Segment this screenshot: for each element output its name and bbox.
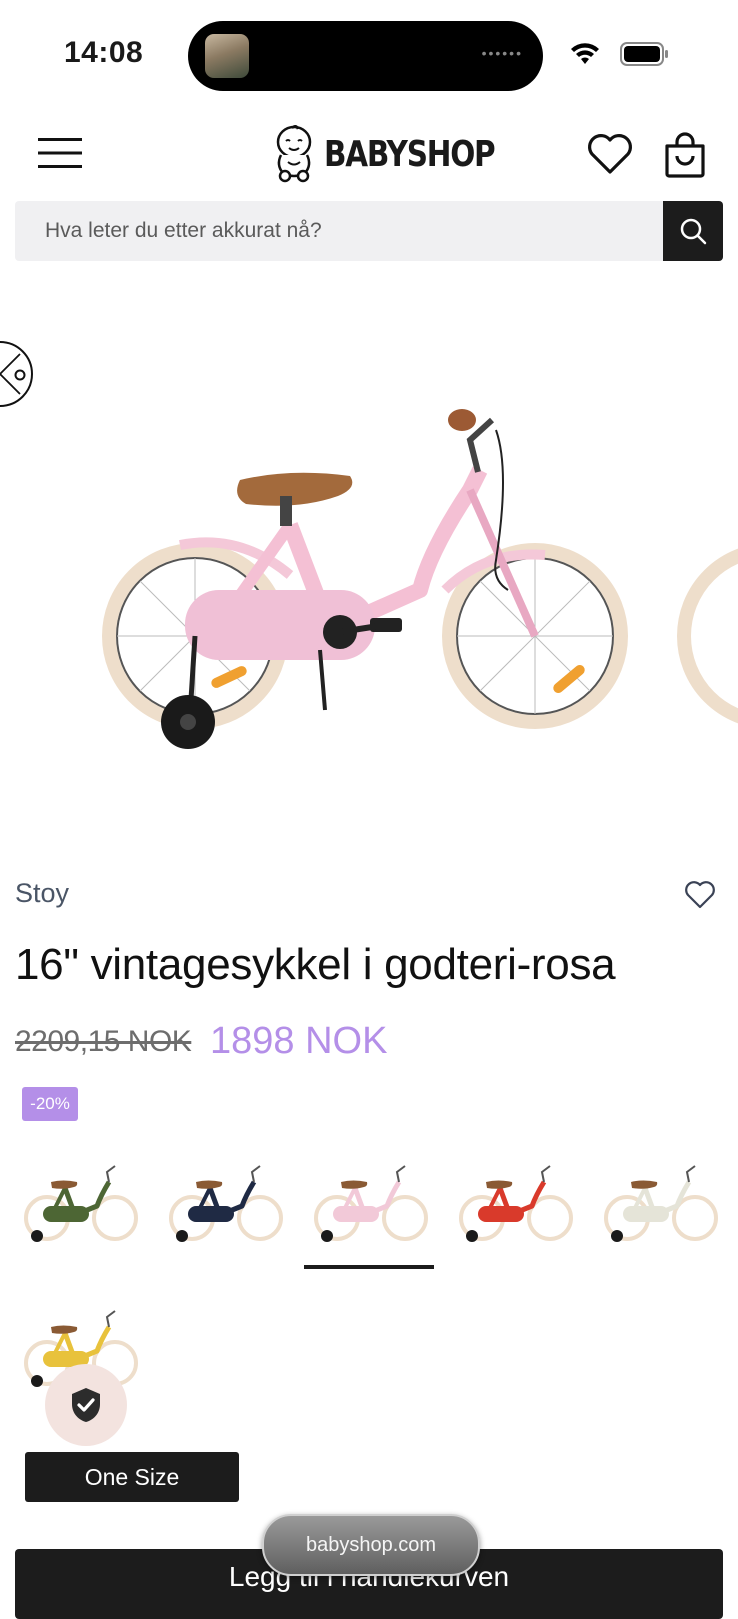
search-button[interactable] bbox=[663, 201, 723, 261]
size-option-button[interactable]: One Size bbox=[25, 1452, 239, 1502]
shopping-bag-icon[interactable] bbox=[663, 132, 707, 178]
search-input[interactable] bbox=[15, 201, 645, 261]
variant-thumbnail-1[interactable] bbox=[15, 1160, 143, 1250]
babyshop-logo[interactable]: BABYSHOP bbox=[272, 124, 532, 184]
trust-badge-button[interactable] bbox=[45, 1364, 127, 1446]
wishlist-heart-icon[interactable] bbox=[587, 132, 633, 176]
wifi-icon bbox=[571, 43, 599, 64]
variant-thumbnail-3[interactable] bbox=[305, 1160, 433, 1250]
shield-check-icon bbox=[72, 1388, 100, 1422]
dynamic-island: •••••• bbox=[188, 21, 543, 91]
now-playing-thumbnail bbox=[205, 34, 249, 78]
activity-dots: •••••• bbox=[481, 45, 523, 61]
search-bar bbox=[15, 201, 663, 261]
selected-variant-indicator bbox=[304, 1265, 434, 1269]
variant-thumbnail-2[interactable] bbox=[160, 1160, 288, 1250]
status-time: 14:08 bbox=[64, 36, 144, 69]
sale-price: 1898 NOK bbox=[210, 1020, 388, 1062]
bicycle-illustration bbox=[102, 409, 738, 749]
variant-thumbnail-5[interactable] bbox=[595, 1160, 723, 1250]
search-icon bbox=[680, 218, 707, 245]
baby-mascot-icon bbox=[276, 125, 312, 183]
menu-icon[interactable] bbox=[36, 136, 84, 170]
discount-badge: -20% bbox=[22, 1087, 78, 1121]
browser-url-pill[interactable]: babyshop.com bbox=[262, 1514, 480, 1576]
product-image[interactable] bbox=[0, 380, 738, 800]
product-brand[interactable]: Stoy bbox=[15, 878, 69, 909]
product-wishlist-heart-icon[interactable] bbox=[684, 880, 716, 910]
battery-icon bbox=[620, 42, 668, 66]
variant-thumbnail-4[interactable] bbox=[450, 1160, 578, 1250]
logo-wordmark: BABYSHOP bbox=[324, 133, 496, 175]
product-title: 16" vintagesykkel i godteri-rosa bbox=[15, 940, 616, 989]
original-price: 2209,15 NOK bbox=[15, 1025, 192, 1058]
